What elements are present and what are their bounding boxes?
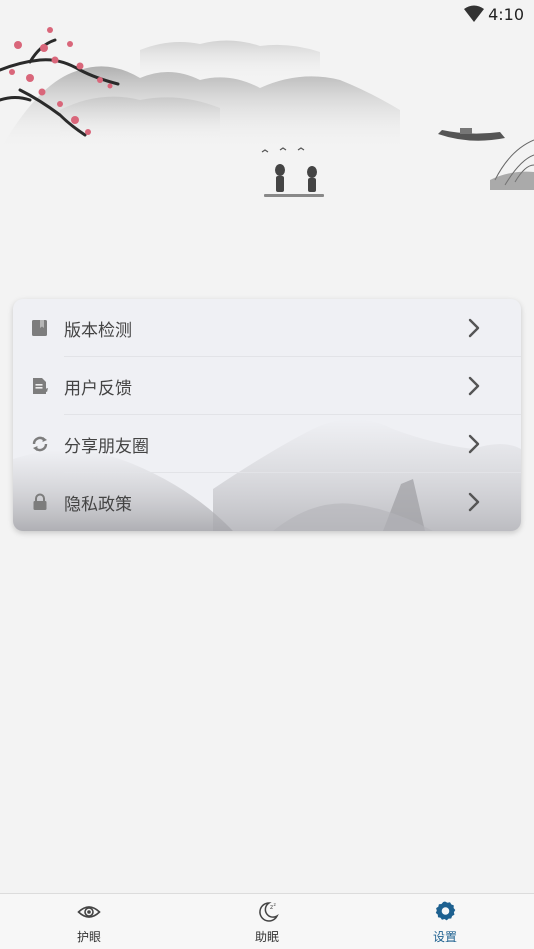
nav-tab-eye-care[interactable]: 护眼: [29, 894, 149, 949]
nav-tab-sleep-aid[interactable]: z z 助眠: [207, 894, 327, 949]
menu-item-user-feedback[interactable]: 用户反馈: [13, 357, 521, 415]
menu-item-label: 隐私政策: [64, 495, 132, 515]
eye-icon: [77, 906, 101, 918]
nav-tab-settings[interactable]: 设置: [385, 894, 505, 949]
menu-item-privacy-policy[interactable]: 隐私政策: [13, 473, 521, 531]
nav-label: 设置: [432, 930, 457, 944]
feedback-icon: [33, 378, 48, 394]
moon-icon: z z: [259, 902, 279, 922]
chevron-right-icon: [468, 434, 480, 454]
menu-item-label: 分享朋友圈: [64, 437, 149, 457]
menu-item-label: 用户反馈: [64, 379, 132, 399]
menu-item-share-moments[interactable]: 分享朋友圈: [13, 415, 521, 473]
settings-screen: 4:10 版本检测 用户反馈 分享朋友圈 隐私政策 护眼 z z 助眠 设置: [0, 0, 534, 949]
gear-icon: [435, 901, 456, 921]
lock-icon: [33, 493, 47, 510]
bottom-navigation: 护眼 z z 助眠 设置: [0, 893, 534, 949]
nav-label: 助眠: [254, 930, 279, 944]
chevron-right-icon: [468, 492, 480, 512]
chevron-right-icon: [468, 376, 480, 396]
share-icon: [32, 436, 48, 452]
bookmark-icon: [32, 320, 47, 336]
svg-text:z: z: [274, 903, 277, 908]
chevron-right-icon: [468, 318, 480, 338]
menu-item-label: 版本检测: [64, 321, 132, 341]
nav-label: 护眼: [76, 930, 101, 944]
ink-painting-banner: [0, 27, 534, 197]
settings-card: 版本检测 用户反馈 分享朋友圈 隐私政策: [13, 299, 521, 531]
menu-item-version-check[interactable]: 版本检测: [13, 299, 521, 357]
